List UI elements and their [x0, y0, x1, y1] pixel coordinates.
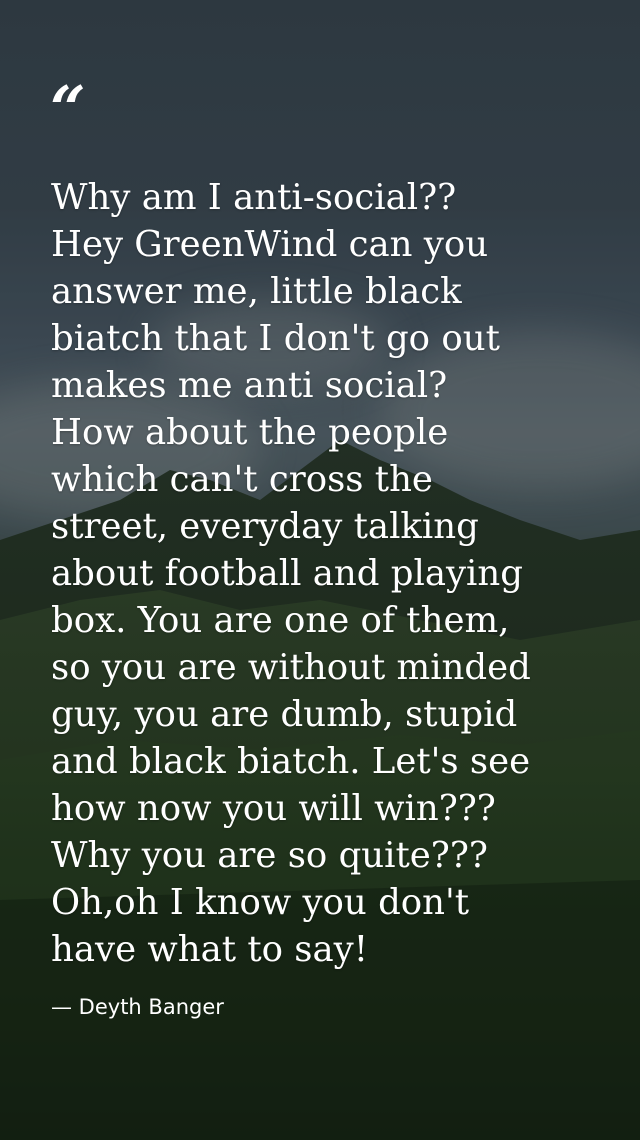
quote-text: Why am I anti-social?? Hey GreenWind can… — [51, 177, 531, 970]
quote-mark-icon: “ — [50, 72, 86, 145]
quote-author: — Deyth Banger — [51, 995, 224, 1019]
